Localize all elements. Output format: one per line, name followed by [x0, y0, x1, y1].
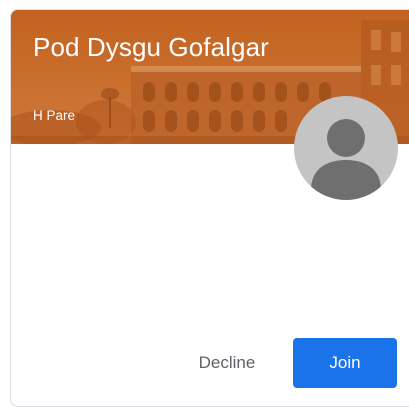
decline-button[interactable]: Decline	[182, 338, 272, 388]
join-button[interactable]: Join	[293, 338, 397, 388]
class-invite-card: Pod Dysgu Gofalgar H Pare Decline Join	[10, 9, 409, 407]
teacher-name[interactable]: H Pare	[33, 108, 75, 123]
class-title[interactable]: Pod Dysgu Gofalgar	[33, 32, 269, 63]
card-actions: Decline Join	[11, 338, 409, 388]
teacher-avatar	[294, 96, 398, 200]
default-person-avatar-icon	[311, 119, 381, 200]
